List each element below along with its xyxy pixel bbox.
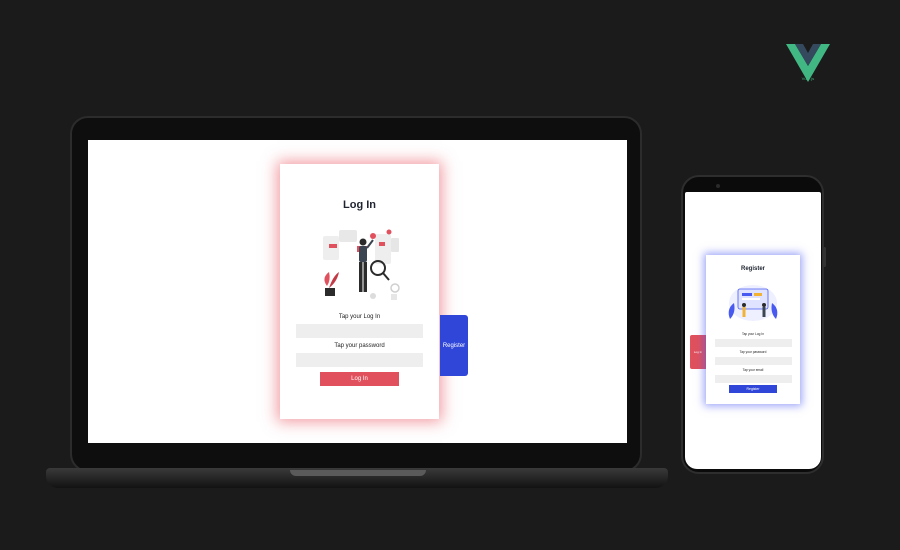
register-login-input[interactable] — [715, 339, 792, 347]
register-button[interactable]: Register — [729, 385, 777, 393]
login-input[interactable] — [296, 324, 423, 338]
login-tab-button[interactable]: Log In — [690, 335, 706, 369]
register-password-input[interactable] — [715, 357, 792, 365]
password-input[interactable] — [296, 353, 423, 367]
register-title: Register — [740, 266, 765, 272]
phone-camera-icon — [716, 184, 720, 188]
register-card: Register Tap your Log In Tap your passwo… — [706, 255, 800, 404]
login-card: Log In Tap your Log In Tap your password… — [280, 164, 439, 419]
register-email-input[interactable] — [715, 375, 792, 383]
mockup-stage: Vue.js Log In Tap your Log In Tap your p… — [0, 0, 900, 550]
laptop-notch — [290, 470, 426, 476]
register-login-label: Tap your Log In — [742, 332, 764, 336]
register-illustration — [728, 285, 778, 321]
register-password-label: Tap your password — [739, 350, 767, 354]
phone-screen: Log In Register Tap your Log In Tap your… — [685, 192, 821, 469]
vue-caption: Vue.js — [801, 76, 815, 81]
login-illustration — [323, 229, 400, 300]
register-tab-button[interactable]: Register — [440, 315, 468, 376]
phone-side-button — [823, 247, 826, 267]
password-label: Tap your password — [334, 343, 385, 349]
register-email-label: Tap your email — [742, 368, 764, 372]
laptop-screen: Log In Tap your Log In Tap your password… — [88, 140, 627, 443]
login-title: Log In — [343, 199, 376, 211]
login-button[interactable]: Log In — [320, 372, 399, 386]
login-label: Tap your Log In — [338, 314, 381, 320]
